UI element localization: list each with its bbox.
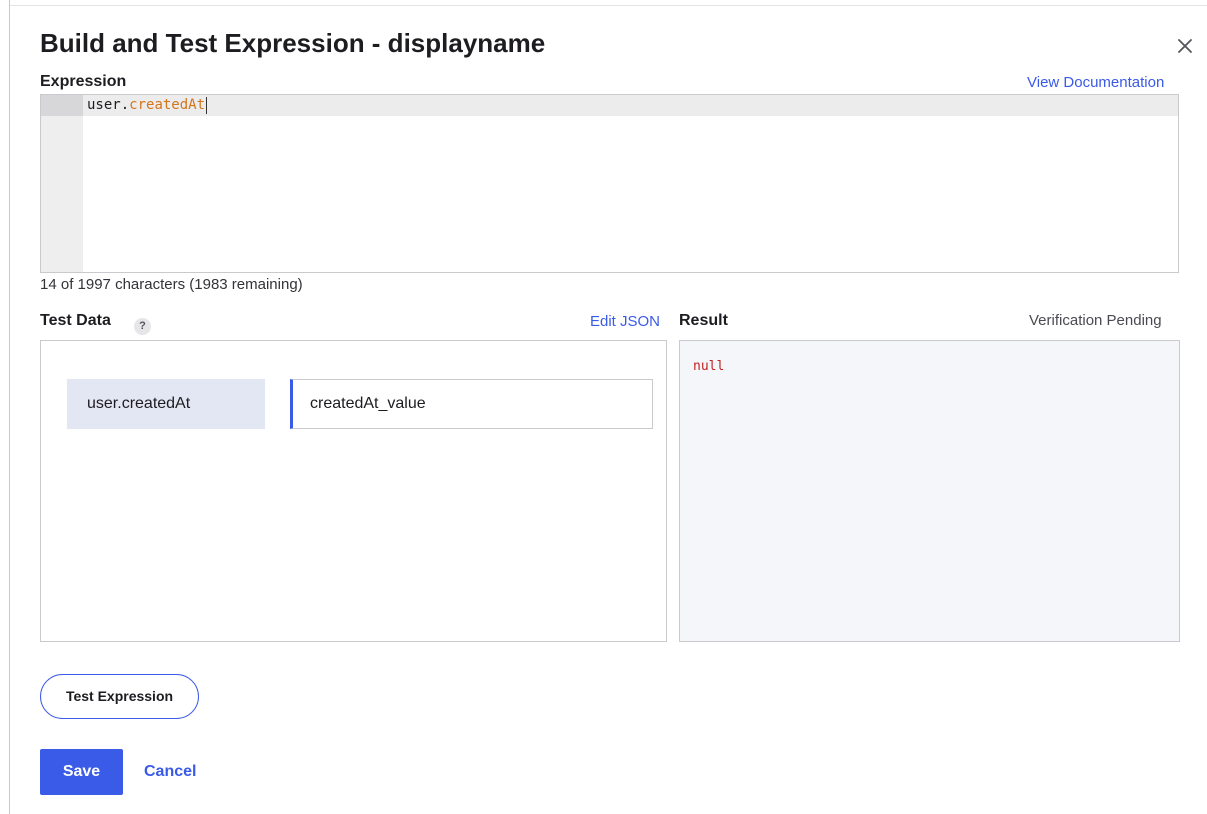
close-icon-glyph: [1178, 39, 1192, 53]
edit-json-link[interactable]: Edit JSON: [590, 313, 660, 330]
code-token-property: createdAt: [129, 97, 206, 113]
test-expression-button[interactable]: Test Expression: [40, 674, 199, 719]
cancel-button[interactable]: Cancel: [144, 763, 196, 781]
test-data-variable-value-input[interactable]: createdAt_value: [290, 379, 653, 429]
editor-active-line: [83, 95, 1178, 116]
close-icon[interactable]: [1173, 34, 1197, 58]
expression-dialog: Build and Test Expression - displayname …: [10, 6, 1207, 814]
result-panel: null: [679, 340, 1180, 642]
code-token-object: user.: [87, 97, 130, 113]
dialog-title: Build and Test Expression - displayname: [40, 28, 546, 58]
test-data-label: Test Data: [40, 312, 111, 329]
expression-editor[interactable]: user.createdAt: [40, 94, 1179, 273]
result-label: Result: [679, 312, 728, 329]
test-data-panel: user.createdAt createdAt_value: [40, 340, 667, 642]
result-value: null: [693, 359, 725, 374]
character-counter: 14 of 1997 characters (1983 remaining): [40, 276, 303, 293]
test-data-variable-name: user.createdAt: [67, 379, 265, 429]
text-caret: [206, 97, 208, 114]
editor-code-line[interactable]: user.createdAt: [87, 97, 208, 114]
help-icon[interactable]: ?: [134, 318, 151, 335]
view-documentation-link[interactable]: View Documentation: [1027, 74, 1164, 91]
verification-status: Verification Pending: [1029, 312, 1162, 329]
editor-gutter-active-line: [41, 95, 83, 116]
save-button[interactable]: Save: [40, 749, 123, 795]
editor-gutter: [41, 95, 83, 272]
expression-label: Expression: [40, 73, 127, 90]
